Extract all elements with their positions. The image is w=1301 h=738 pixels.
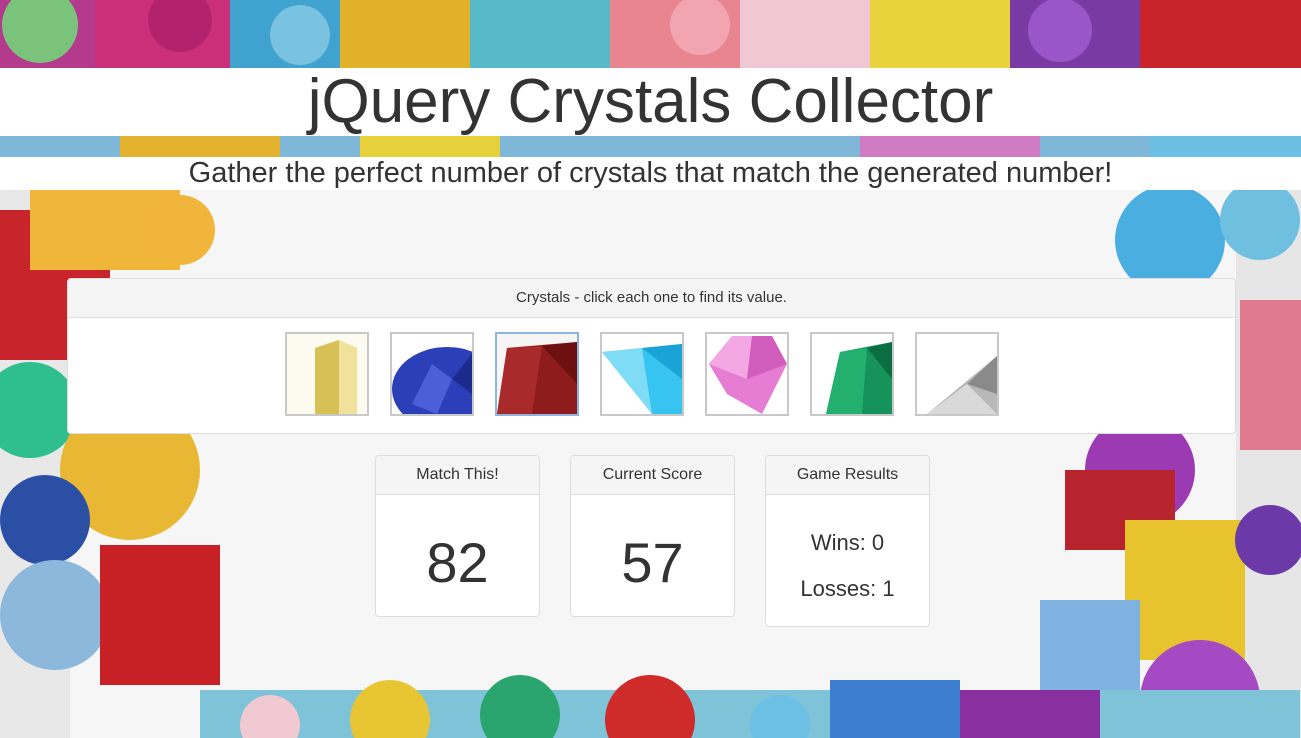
current-score: 57	[621, 531, 684, 594]
yellow-crystal-icon	[287, 334, 367, 414]
score-card-heading: Current Score	[571, 456, 734, 495]
results-card: Game Results Wins: 0 Losses: 1	[765, 455, 930, 627]
crystal-green[interactable]	[810, 332, 894, 416]
crystals-panel: Crystals - click each one to find its va…	[67, 278, 1236, 434]
target-card: Match This! 82	[375, 455, 540, 617]
page-title: jQuery Crystals Collector	[307, 67, 994, 136]
crystal-yellow[interactable]	[285, 332, 369, 416]
page-subtitle: Gather the perfect number of crystals th…	[188, 157, 1113, 189]
title-banner: jQuery Crystals Collector	[0, 68, 1301, 136]
score-card: Current Score 57	[570, 455, 735, 617]
blue-crystal-icon	[392, 334, 472, 414]
crystal-blue[interactable]	[390, 332, 474, 416]
pink-crystal-icon	[707, 334, 787, 414]
crystal-cyan[interactable]	[600, 332, 684, 416]
green-crystal-icon	[812, 334, 892, 414]
target-number: 82	[426, 531, 489, 594]
crystal-clear[interactable]	[915, 332, 999, 416]
wins-count: Wins: 0	[810, 530, 885, 555]
red-crystal-icon	[497, 334, 577, 414]
crystal-red[interactable]	[495, 332, 579, 416]
crystal-pink[interactable]	[705, 332, 789, 416]
subtitle-banner: Gather the perfect number of crystals th…	[0, 157, 1301, 190]
crystals-panel-heading: Crystals - click each one to find its va…	[68, 279, 1235, 318]
crystal-row	[285, 332, 1020, 418]
clear-crystal-icon	[917, 334, 997, 414]
losses-count: Losses: 1	[800, 576, 895, 601]
results-card-heading: Game Results	[766, 456, 929, 495]
cyan-crystal-icon	[602, 334, 682, 414]
target-card-heading: Match This!	[376, 456, 539, 495]
